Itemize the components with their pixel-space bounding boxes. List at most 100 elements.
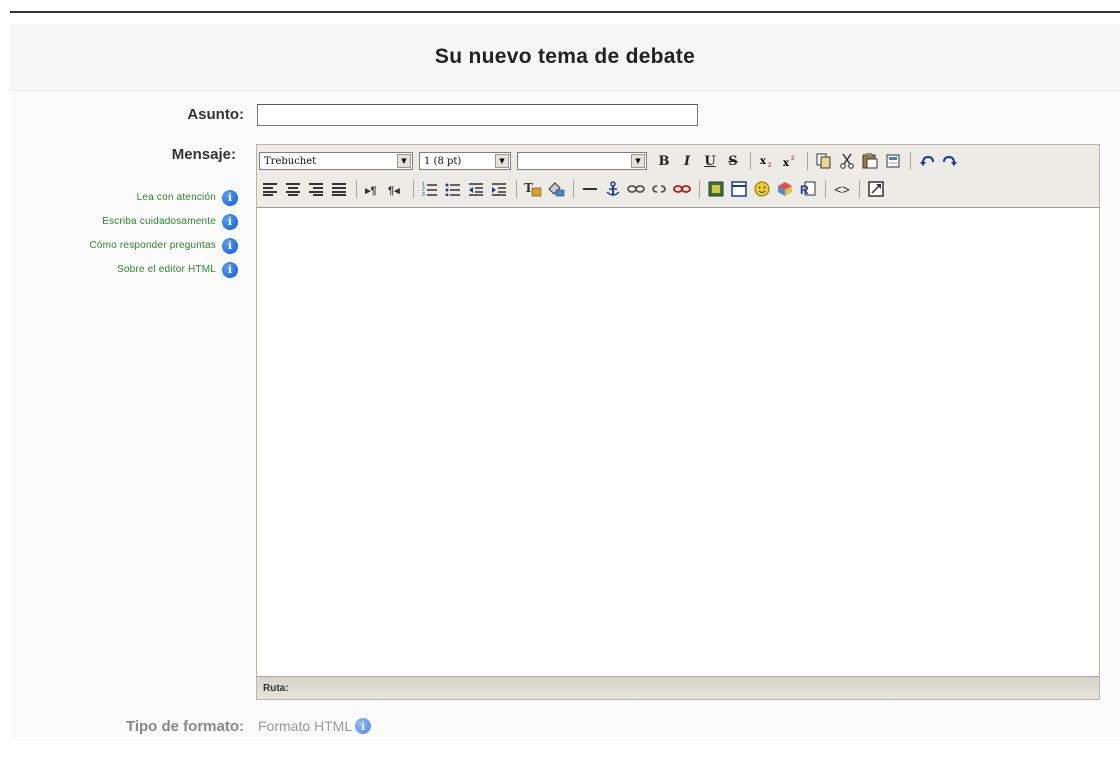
svg-text:T: T	[524, 181, 533, 195]
align-justify-icon	[332, 183, 346, 196]
svg-text:3: 3	[422, 192, 425, 196]
toolbar-separator	[413, 180, 414, 198]
html-source-button[interactable]: <>	[831, 178, 853, 200]
ltr-button[interactable]: ▸¶	[362, 178, 384, 200]
svg-text:x: x	[783, 158, 790, 168]
rtl-button[interactable]: ¶◂	[385, 178, 407, 200]
toolbar-separator	[573, 180, 574, 198]
insert-image-button[interactable]	[705, 178, 727, 200]
align-right-button[interactable]	[305, 178, 327, 200]
svg-text:¶◂: ¶◂	[388, 185, 400, 196]
search-replace-button[interactable]: R	[797, 178, 819, 200]
asunto-input[interactable]	[257, 104, 698, 126]
size-select-value: 1 (8 pt)	[424, 155, 462, 167]
paste-button[interactable]	[859, 150, 881, 172]
editor-statusbar: Ruta:	[257, 676, 1099, 699]
help-link-editor[interactable]: Sobre el editor HTML i	[16, 258, 238, 281]
horizontal-rule-button[interactable]	[579, 178, 601, 200]
superscript-icon: x2	[783, 156, 795, 168]
italic-button[interactable]: I	[676, 150, 698, 172]
info-icon[interactable]: i	[355, 718, 372, 734]
fullscreen-button[interactable]	[865, 178, 887, 200]
outdent-button[interactable]	[465, 178, 487, 200]
unordered-list-icon	[445, 183, 460, 196]
style-select[interactable]: ▼	[517, 152, 647, 170]
link-icon	[627, 185, 645, 193]
align-left-icon	[263, 183, 277, 196]
editor-content-area[interactable]	[257, 207, 1099, 675]
format-type-label: Tipo de formato:	[125, 718, 244, 735]
background-color-button[interactable]	[545, 178, 567, 200]
font-select[interactable]: Trebuchet ▼	[259, 152, 413, 170]
fullscreen-icon	[868, 181, 884, 197]
font-select-value: Trebuchet	[264, 155, 317, 167]
toolbar-separator	[807, 152, 808, 170]
cut-button[interactable]	[836, 150, 858, 172]
clean-word-icon	[886, 154, 900, 168]
insert-table-button[interactable]	[728, 178, 750, 200]
help-link-label: Escriba cuidadosamente	[102, 216, 216, 227]
help-link-label: Lea con atención	[136, 192, 216, 203]
insert-smiley-button[interactable]	[751, 178, 773, 200]
undo-button[interactable]	[916, 150, 938, 172]
ordered-list-button[interactable]: 123	[419, 178, 441, 200]
text-color-button[interactable]: T	[522, 178, 544, 200]
info-icon: i	[222, 237, 238, 254]
page-title: Su nuevo tema de debate	[434, 45, 696, 68]
underline-button[interactable]: U	[699, 150, 721, 172]
undo-icon	[920, 155, 934, 166]
help-link-label: Cómo responder preguntas	[89, 240, 216, 251]
help-link-lea[interactable]: Lea con atención i	[16, 186, 238, 209]
paste-word-button[interactable]	[882, 150, 904, 172]
subscript-icon: x2	[760, 156, 772, 168]
subscript-button[interactable]: x2	[756, 150, 778, 172]
special-char-button[interactable]	[774, 178, 796, 200]
image-icon	[708, 181, 724, 197]
nolink-button[interactable]	[671, 178, 693, 200]
align-left-button[interactable]	[259, 178, 281, 200]
help-links: Lea con atención i Escriba cuidadosament…	[16, 186, 238, 282]
strikethrough-button[interactable]: S	[722, 150, 744, 172]
help-link-escriba[interactable]: Escriba cuidadosamente i	[16, 210, 238, 233]
chevron-down-icon: ▼	[495, 154, 509, 168]
toolbar-separator	[356, 180, 357, 198]
copy-icon	[816, 153, 831, 169]
svg-text:2: 2	[768, 163, 772, 168]
indent-button[interactable]	[488, 178, 510, 200]
toolbar-separator	[910, 152, 911, 170]
superscript-button[interactable]: x2	[779, 150, 801, 172]
align-right-icon	[309, 183, 323, 196]
paste-icon	[862, 153, 878, 169]
search-replace-icon: R	[800, 181, 816, 197]
format-type-text: Formato HTML	[258, 718, 353, 734]
editor-toolbar: Trebuchet ▼ 1 (8 pt) ▼ ▼ B I U S x2 x2 ▸…	[257, 145, 1099, 208]
anchor-button[interactable]	[602, 178, 624, 200]
info-icon: i	[222, 213, 238, 230]
copy-button[interactable]	[813, 150, 835, 172]
toolbar-separator	[825, 180, 826, 198]
justify-button[interactable]	[328, 178, 350, 200]
indent-icon	[492, 183, 506, 196]
bold-button[interactable]: B	[653, 150, 675, 172]
unlink-button[interactable]	[648, 178, 670, 200]
anchor-icon	[606, 181, 620, 196]
align-center-icon	[286, 183, 300, 196]
svg-text:▸¶: ▸¶	[365, 185, 377, 196]
insert-link-button[interactable]	[625, 178, 647, 200]
toolbar-row-1: Trebuchet ▼ 1 (8 pt) ▼ ▼ B I U S x2 x2	[259, 148, 962, 174]
text-color-icon: T	[524, 181, 542, 197]
svg-text:R: R	[800, 183, 809, 197]
format-type-value: Formato HTML i	[258, 718, 372, 734]
redo-button[interactable]	[939, 150, 961, 172]
toolbar-separator	[859, 180, 860, 198]
unlink-icon	[652, 185, 666, 193]
align-center-button[interactable]	[282, 178, 304, 200]
unordered-list-button[interactable]	[442, 178, 464, 200]
scissors-icon	[840, 153, 854, 169]
table-icon	[731, 181, 747, 197]
size-select[interactable]: 1 (8 pt) ▼	[419, 152, 511, 170]
outdent-icon	[469, 183, 483, 196]
chevron-down-icon: ▼	[631, 154, 645, 168]
help-link-responder[interactable]: Cómo responder preguntas i	[16, 234, 238, 257]
ordered-list-icon: 123	[422, 182, 437, 196]
